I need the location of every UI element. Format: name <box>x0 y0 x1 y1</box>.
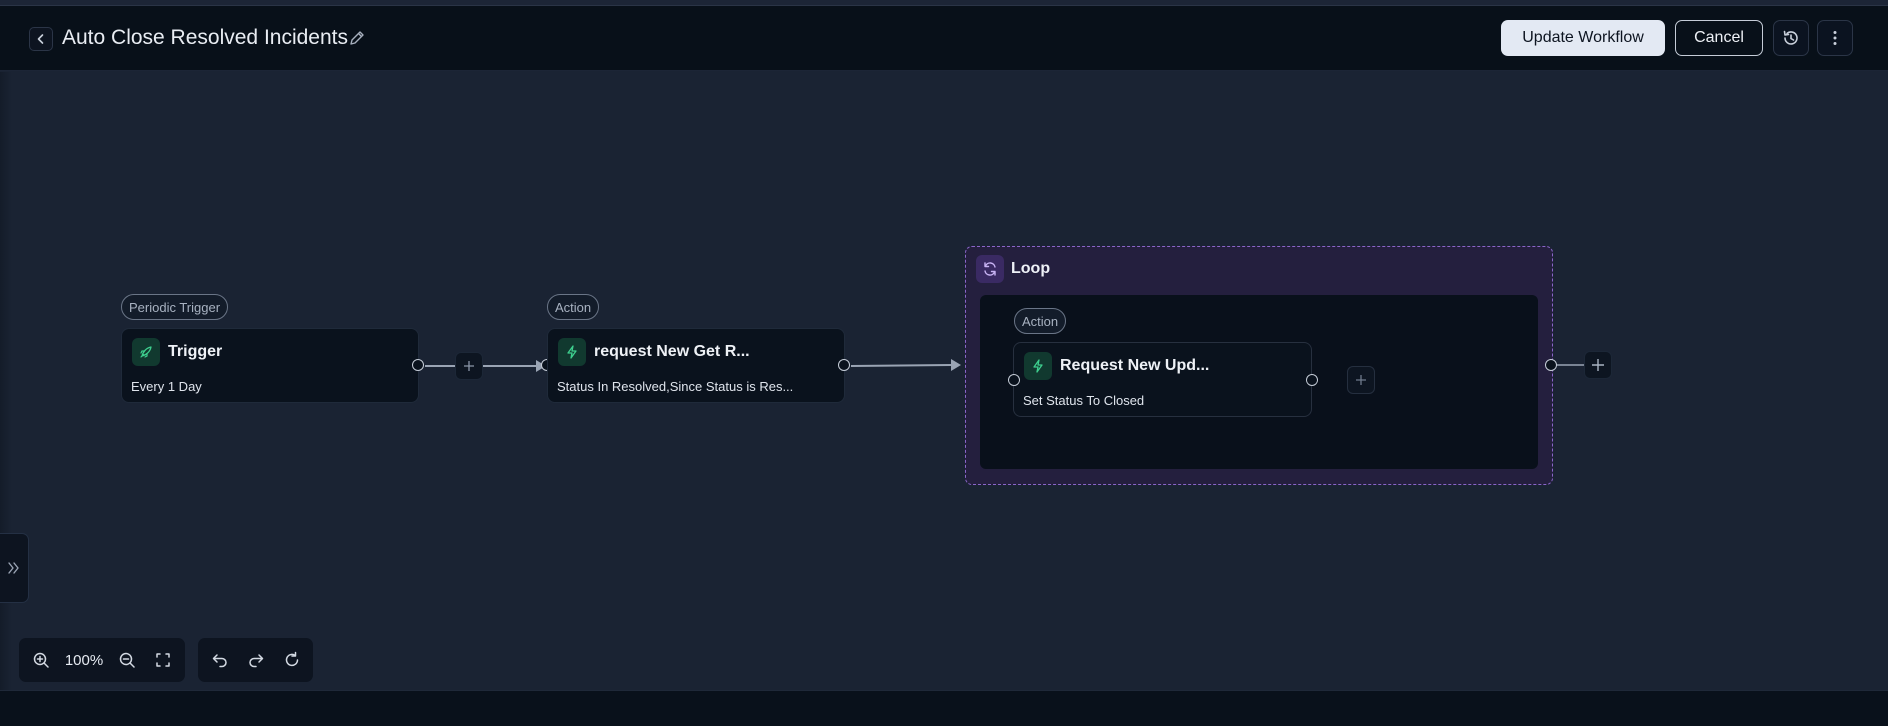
update-action-node[interactable]: Request New Upd... Set Status To Closed <box>1013 342 1312 417</box>
more-vertical-icon <box>1833 31 1837 45</box>
node-tag-action: Action <box>547 294 600 320</box>
rocket-icon <box>132 338 160 366</box>
undo-button[interactable] <box>202 642 238 678</box>
zoom-level: 100% <box>64 651 104 669</box>
history-icon <box>1783 30 1798 45</box>
node-tag-inner-action: Action <box>1014 308 1067 334</box>
loop-output-port[interactable] <box>1545 359 1557 371</box>
history-button[interactable] <box>1773 20 1809 56</box>
update-workflow-button[interactable]: Update Workflow <box>1501 20 1665 56</box>
update-action-input-port[interactable] <box>1008 374 1020 386</box>
get-action-subtitle: Status In Resolved,Since Status is Res..… <box>557 379 794 394</box>
fit-view-button[interactable] <box>145 642 181 678</box>
status-bar <box>0 690 1888 726</box>
get-action-node[interactable]: request New Get R... Status In Resolved,… <box>547 328 845 403</box>
update-action-output-port[interactable] <box>1306 374 1318 386</box>
trigger-node-title: Trigger <box>168 343 223 360</box>
undo-icon <box>212 654 227 668</box>
zoom-in-icon <box>33 652 49 668</box>
zoom-in-button[interactable] <box>23 642 59 678</box>
rotate-cw-icon <box>285 651 299 667</box>
loop-title: Loop <box>1011 260 1051 277</box>
update-action-title: Request New Upd... <box>1060 357 1210 374</box>
expand-panel-button[interactable] <box>0 533 29 603</box>
cancel-button[interactable]: Cancel <box>1675 20 1763 56</box>
redo-button[interactable] <box>238 642 274 678</box>
zoom-out-button[interactable] <box>109 642 145 678</box>
zoom-toolbar: 100% <box>19 638 185 682</box>
trigger-node-subtitle: Every 1 Day <box>131 379 202 394</box>
get-action-title: request New Get R... <box>594 343 750 360</box>
trigger-output-port[interactable] <box>412 359 424 371</box>
plus-icon <box>1356 375 1366 385</box>
add-step-in-loop-button[interactable] <box>1347 366 1375 394</box>
add-step-after-trigger-button[interactable] <box>455 352 483 380</box>
reset-button[interactable] <box>274 642 310 678</box>
fullscreen-icon <box>156 653 170 667</box>
lightning-icon <box>558 338 586 366</box>
page-title: Auto Close Resolved Incidents <box>62 26 348 49</box>
back-button[interactable] <box>29 27 53 51</box>
lightning-icon <box>1024 352 1052 380</box>
chevrons-right-icon <box>8 562 19 574</box>
plus-icon <box>464 361 474 371</box>
pencil-icon[interactable] <box>348 29 366 47</box>
chevron-left-icon <box>37 34 44 44</box>
zoom-out-icon <box>119 652 135 668</box>
add-step-after-loop-button[interactable] <box>1584 351 1612 379</box>
workflow-header: Auto Close Resolved Incidents Update Wor… <box>0 6 1888 71</box>
node-tag-periodic-trigger: Periodic Trigger <box>121 294 229 320</box>
get-action-output-port[interactable] <box>838 359 850 371</box>
redo-icon <box>249 654 264 668</box>
plus-icon <box>1592 359 1604 371</box>
trigger-node[interactable]: Trigger Every 1 Day <box>121 328 419 403</box>
history-toolbar <box>198 638 313 682</box>
update-action-subtitle: Set Status To Closed <box>1023 393 1145 408</box>
more-options-button[interactable] <box>1817 20 1853 56</box>
refresh-icon <box>976 255 1004 283</box>
